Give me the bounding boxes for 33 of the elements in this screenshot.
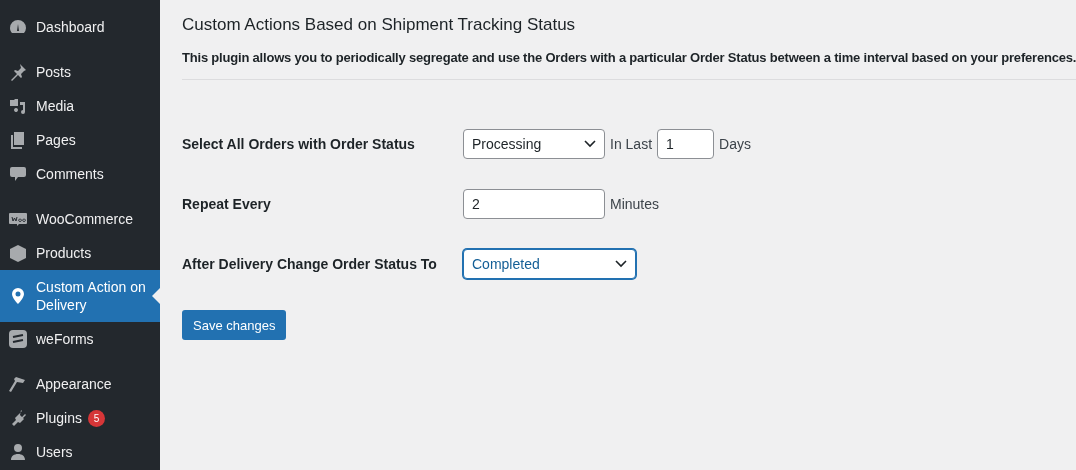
field-label: After Delivery Change Order Status To: [182, 256, 438, 272]
media-icon: [8, 96, 28, 116]
user-icon: [8, 442, 28, 462]
menu-item[interactable]: Plugins 5: [0, 401, 160, 435]
menu-item[interactable]: Media: [0, 89, 160, 123]
box-icon: [8, 243, 28, 263]
menu-item[interactable]: Comments: [0, 157, 160, 191]
menu-item[interactable]: weForms: [0, 322, 160, 356]
unit-label: In Last: [610, 136, 653, 152]
page-title: Custom Actions Based on Shipment Tracking Status: [182, 15, 577, 35]
field-label: Repeat Every: [182, 196, 272, 212]
unit-label: Days: [719, 136, 751, 152]
number-field[interactable]: 2: [463, 189, 605, 219]
description-text: This plugin allows you to periodically segregate and use the Orders with a particular Order Status between a time interval based on your preferences.: [182, 50, 1076, 65]
save-button[interactable]: Save changes: [182, 310, 287, 340]
paintbrush-icon: [8, 374, 28, 394]
chevron-down-icon: [615, 260, 627, 268]
menu-item[interactable]: Custom Action on Delivery: [0, 270, 160, 322]
update-count-badge: 5: [87, 409, 105, 427]
forms-icon: [8, 329, 28, 349]
number-field[interactable]: 1: [657, 129, 715, 159]
menu-item[interactable]: Appearance: [0, 367, 160, 401]
menu-item[interactable]: Pages: [0, 123, 160, 157]
status-dropdown[interactable]: Completed: [463, 249, 636, 279]
menu-item[interactable]: Users: [0, 435, 160, 469]
unit-label: Minutes: [610, 196, 660, 212]
menu-item[interactable]: Dashboard: [0, 10, 160, 44]
chevron-down-icon: [584, 140, 596, 148]
menu-item[interactable]: WooCommerce: [0, 202, 160, 236]
menu-item[interactable]: Posts: [0, 55, 160, 89]
status-dropdown[interactable]: Processing: [463, 129, 605, 159]
menu-item[interactable]: Products: [0, 236, 160, 270]
field-label: Select All Orders with Order Status: [182, 136, 416, 152]
